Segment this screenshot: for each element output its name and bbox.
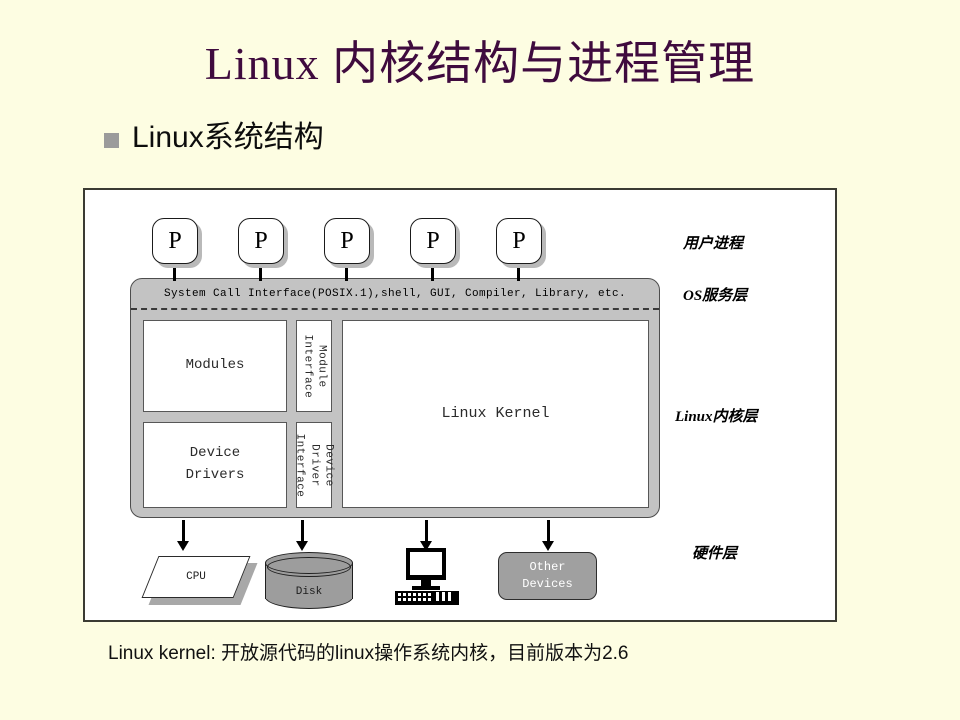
device-drivers-label: Device Drivers (185, 445, 245, 483)
disk-top-inner (267, 557, 351, 577)
other-devices-box: Other Devices (498, 552, 597, 600)
linux-kernel-label: Linux Kernel (441, 405, 550, 423)
process-box: P (496, 218, 542, 264)
layer-label-hardware: 硬件层 (692, 546, 738, 562)
device-driver-interface-label: Device Driver Interface (293, 433, 335, 497)
process-connector (173, 264, 176, 281)
modules-box: Modules (143, 320, 287, 412)
arrow-down-icon (296, 520, 308, 551)
modules-label: Modules (185, 357, 245, 374)
arrow-down-icon (542, 520, 554, 551)
layer-label-linux-kernel: Linux内核层 (675, 409, 758, 425)
layer-label-os-service: OS服务层 (683, 288, 748, 304)
computer-glyph (395, 548, 459, 605)
device-drivers-box: Device Drivers (143, 422, 287, 508)
module-interface-label: Module Interface (301, 334, 328, 398)
arrow-down-icon (177, 520, 189, 551)
process-box: P (152, 218, 198, 264)
computer-icon (392, 548, 462, 610)
disk-icon: Disk (265, 552, 355, 610)
process-connector (345, 264, 348, 281)
disk-label: Disk (295, 586, 323, 598)
arrow-down-icon (420, 520, 432, 551)
diagram-canvas: 用户进程 OS服务层 Linux内核层 硬件层 P P P P P System… (85, 190, 835, 620)
process-connector (517, 264, 520, 281)
cpu-icon: CPU (140, 554, 258, 608)
bullet-item-label: Linux系统结构 (132, 121, 324, 154)
diagram-frame: 用户进程 OS服务层 Linux内核层 硬件层 P P P P P System… (83, 188, 837, 622)
process-box: P (410, 218, 456, 264)
process-connector (431, 264, 434, 281)
process-box: P (238, 218, 284, 264)
square-bullet-icon (104, 132, 119, 148)
os-kernel-panel: System Call Interface(POSIX.1),shell, GU… (130, 278, 660, 518)
process-connector (259, 264, 262, 281)
system-call-interface-bar: System Call Interface(POSIX.1),shell, GU… (131, 279, 659, 310)
cpu-label: CPU (186, 571, 206, 583)
other-devices-label: Other Devices (522, 559, 573, 591)
process-box: P (324, 218, 370, 264)
page-title: Linux 内核结构与进程管理 (204, 38, 756, 89)
figure-caption: Linux kernel: 开放源代码的linux操作系统内核，目前版本为2.6 (108, 643, 629, 664)
bullet-item: Linux系统结构 (104, 120, 324, 156)
linux-kernel-box: Linux Kernel (342, 320, 649, 508)
layer-label-user-process: 用户进程 (683, 236, 744, 252)
module-interface-box: Module Interface (296, 320, 332, 412)
device-driver-interface-box: Device Driver Interface (294, 422, 334, 508)
